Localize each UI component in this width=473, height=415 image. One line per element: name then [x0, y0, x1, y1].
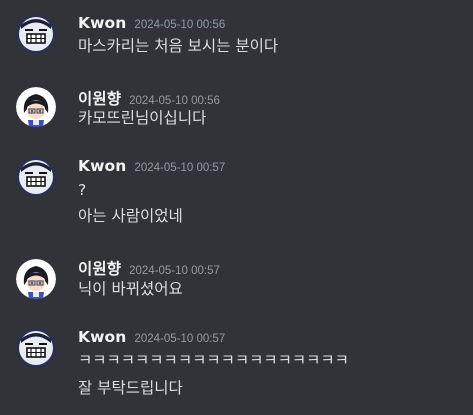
- message-text: 아는 사람이었네: [78, 207, 183, 225]
- message-text: ?: [78, 181, 87, 199]
- message-header: Kwon 2024-05-10 00:57: [78, 328, 225, 348]
- meme-face-avatar-icon[interactable]: [16, 157, 56, 197]
- username[interactable]: Kwon: [78, 14, 126, 32]
- anime-character-avatar-icon[interactable]: [16, 87, 56, 127]
- message-text: 카모뜨린님이십니다: [78, 109, 207, 127]
- message-text: 닉이 바뀌셨어요: [78, 280, 183, 298]
- meme-face-avatar-icon[interactable]: [16, 328, 56, 368]
- chat-message-list: Kwon 2024-05-10 00:56 마스카리는 처음 보시는 분이다 이…: [0, 0, 473, 415]
- anime-character-avatar-icon[interactable]: [16, 259, 56, 299]
- message-text: 마스카리는 처음 보시는 분이다: [78, 37, 279, 55]
- timestamp[interactable]: 2024-05-10 00:56: [129, 95, 220, 107]
- timestamp[interactable]: 2024-05-10 00:57: [134, 333, 225, 345]
- meme-face-avatar-icon[interactable]: [16, 14, 56, 54]
- username[interactable]: Kwon: [78, 157, 126, 175]
- message-text: 잘 부탁드립니다: [78, 379, 183, 397]
- message-header: Kwon 2024-05-10 00:56: [78, 14, 225, 34]
- username[interactable]: 이원향: [78, 87, 121, 109]
- message-header: 이원향 2024-05-10 00:57: [78, 257, 220, 279]
- message-text: ㅋㅋㅋㅋㅋㅋㅋㅋㅋㅋㅋㅋㅋㅋㅋㅋㅋㅋㅋ: [78, 351, 349, 369]
- username[interactable]: 이원향: [78, 257, 121, 279]
- username[interactable]: Kwon: [78, 328, 126, 346]
- timestamp[interactable]: 2024-05-10 00:57: [129, 265, 220, 277]
- message-header: Kwon 2024-05-10 00:57: [78, 157, 225, 177]
- message-header: 이원향 2024-05-10 00:56: [78, 87, 220, 109]
- timestamp[interactable]: 2024-05-10 00:56: [134, 19, 225, 31]
- timestamp[interactable]: 2024-05-10 00:57: [134, 162, 225, 174]
